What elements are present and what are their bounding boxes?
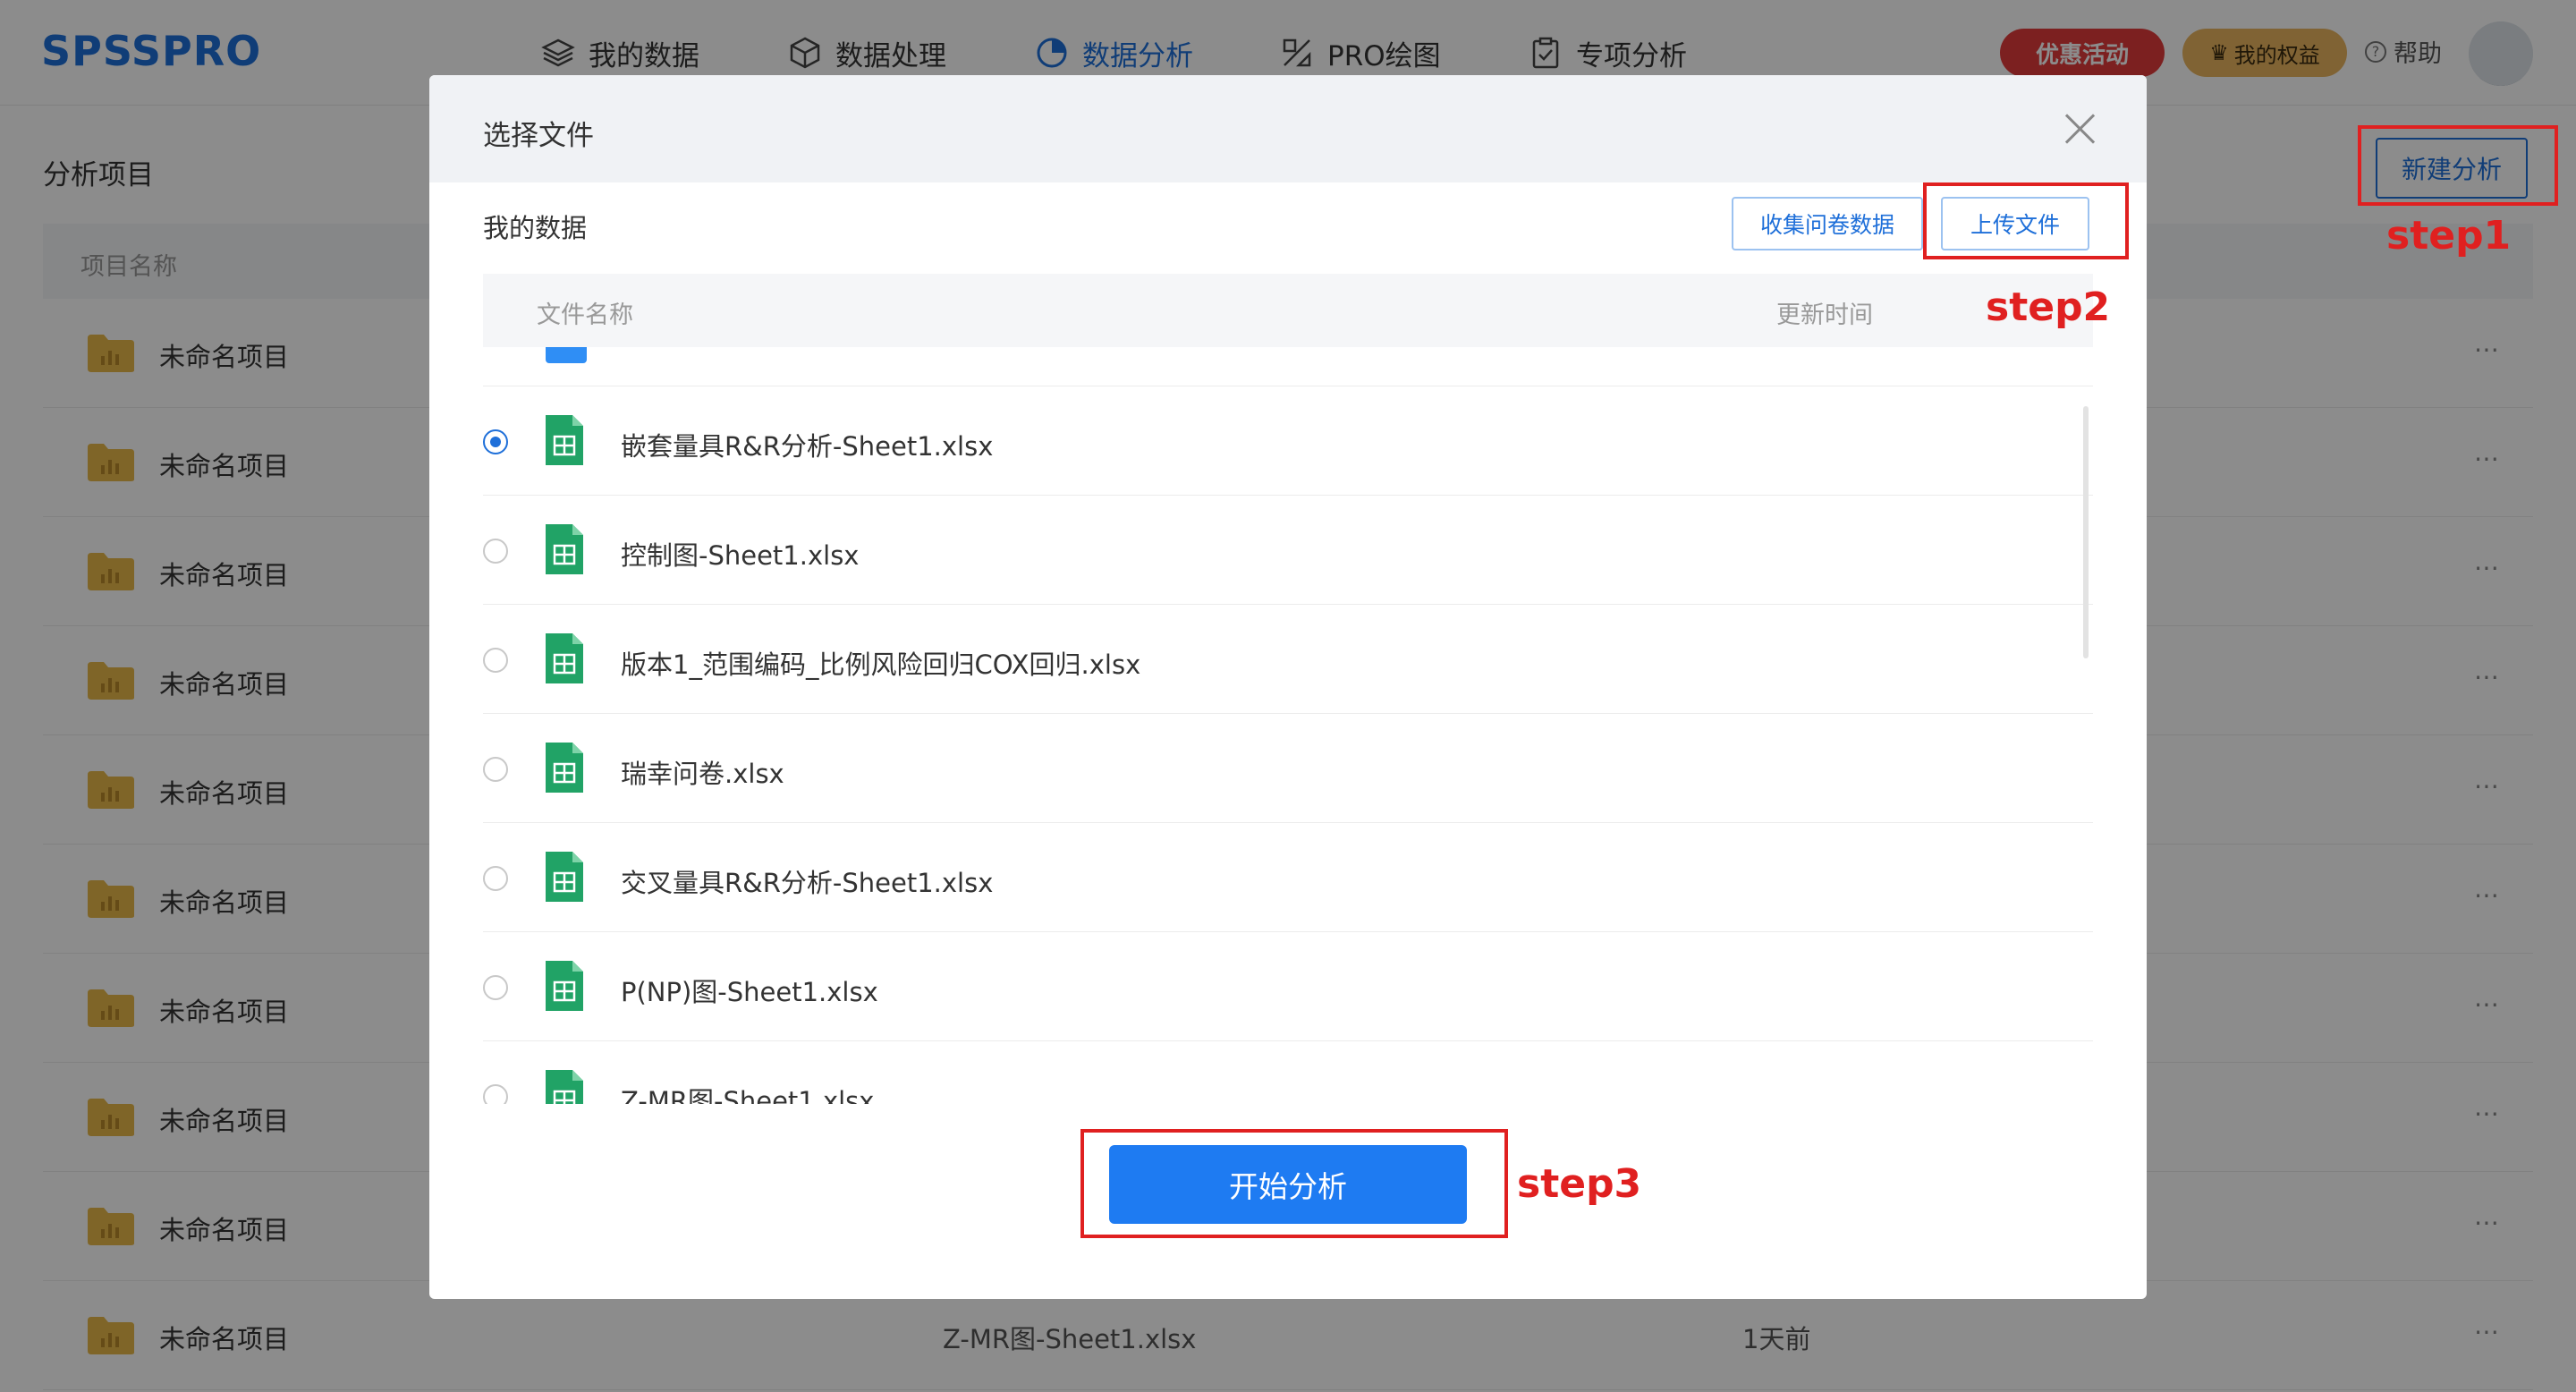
step2-label: step2 (1986, 284, 2111, 330)
file-radio[interactable] (483, 975, 508, 1000)
file-name: 瑞幸问卷.xlsx (621, 759, 784, 789)
step1-label: step1 (2386, 213, 2512, 259)
file-row[interactable]: P(NP)图-Sheet1.xlsx (483, 932, 2093, 1041)
collect-survey-data-button[interactable]: 收集问卷数据 (1732, 197, 1923, 250)
excel-file-icon (546, 415, 583, 465)
step1-highlight-box (2358, 125, 2558, 206)
step3-highlight-box (1080, 1129, 1508, 1238)
excel-file-icon (546, 961, 583, 1011)
file-row[interactable]: 瑞幸问卷.xlsx (483, 714, 2093, 823)
file-radio[interactable] (483, 1084, 508, 1104)
file-name: 嵌套量具R&R分析-Sheet1.xlsx (621, 431, 994, 462)
excel-file-icon (546, 852, 583, 902)
file-row[interactable]: 控制图-Sheet1.xlsx (483, 496, 2093, 605)
file-row[interactable]: 嵌套量具R&R分析-Sheet1.xlsx (483, 386, 2093, 496)
excel-file-icon (546, 347, 587, 363)
column-header-update-time: 更新时间 (1776, 301, 1873, 329)
excel-file-icon (546, 524, 583, 574)
file-name: 版本1_范围编码_比例风险回归COX回归.xlsx (621, 649, 1141, 680)
excel-file-icon (546, 633, 583, 683)
file-radio[interactable] (483, 757, 508, 782)
file-radio[interactable] (483, 429, 508, 454)
step3-label: step3 (1517, 1161, 1642, 1207)
step2-highlight-box (1923, 182, 2129, 259)
section-label: 我的数据 (483, 213, 588, 243)
file-name: P(NP)图-Sheet1.xlsx (621, 977, 878, 1007)
select-file-dialog: 选择文件 我的数据 收集问卷数据 上传文件 文件名称 更新时间 嵌套量具R&R分… (429, 75, 2147, 1299)
excel-file-icon (546, 1070, 583, 1104)
dialog-header: 选择文件 (429, 75, 2147, 182)
close-icon[interactable] (2063, 111, 2098, 147)
list-row-partial (483, 347, 2093, 386)
file-name: Z-MR图-Sheet1.xlsx (621, 1086, 875, 1104)
file-radio[interactable] (483, 648, 508, 673)
file-name: 控制图-Sheet1.xlsx (621, 540, 860, 571)
excel-file-icon (546, 743, 583, 793)
file-row[interactable]: 交叉量具R&R分析-Sheet1.xlsx (483, 823, 2093, 932)
file-list-header: 文件名称 更新时间 (483, 274, 2093, 347)
file-radio[interactable] (483, 866, 508, 891)
file-radio[interactable] (483, 539, 508, 564)
dialog-title: 选择文件 (483, 120, 594, 152)
file-name: 交叉量具R&R分析-Sheet1.xlsx (621, 868, 994, 898)
file-row[interactable]: 版本1_范围编码_比例风险回归COX回归.xlsx (483, 605, 2093, 714)
column-header-file-name: 文件名称 (537, 301, 633, 329)
file-list: 嵌套量具R&R分析-Sheet1.xlsx 控制图-Sheet1.xlsx 版本1_… (483, 347, 2093, 1104)
file-row[interactable]: Z-MR图-Sheet1.xlsx (483, 1041, 2093, 1104)
list-scrollbar[interactable] (2083, 406, 2089, 658)
